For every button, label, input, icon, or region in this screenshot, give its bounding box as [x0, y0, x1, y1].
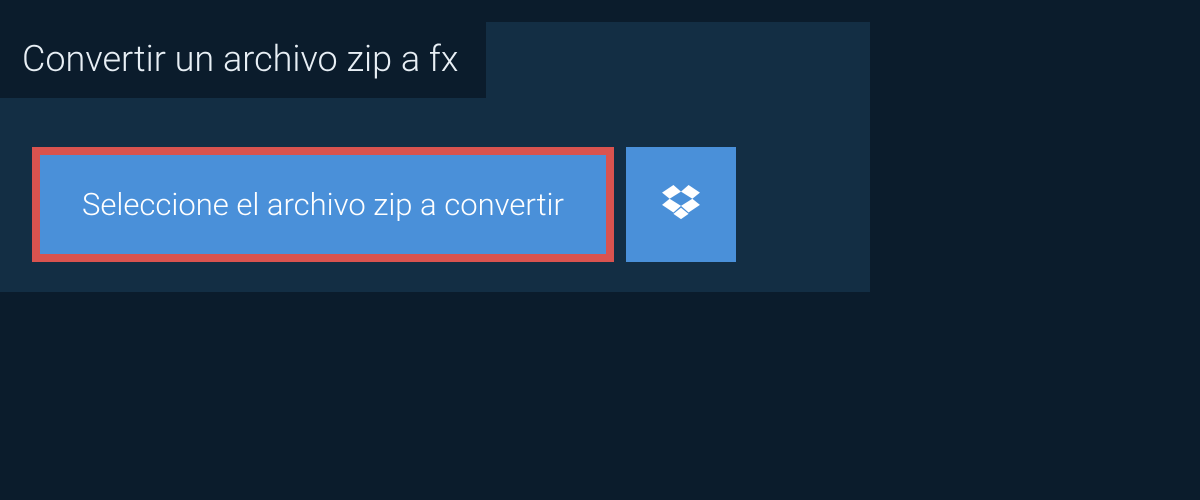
dropbox-button[interactable]: [626, 147, 736, 262]
page-title: Convertir un archivo zip a fx: [22, 38, 458, 80]
converter-panel: Convertir un archivo zip a fx Seleccione…: [0, 22, 870, 292]
select-file-button[interactable]: Seleccione el archivo zip a convertir: [32, 147, 614, 262]
select-file-label: Seleccione el archivo zip a convertir: [82, 186, 564, 223]
title-tab: Convertir un archivo zip a fx: [0, 20, 486, 98]
dropbox-icon: [662, 185, 700, 225]
button-row: Seleccione el archivo zip a convertir: [32, 147, 736, 262]
